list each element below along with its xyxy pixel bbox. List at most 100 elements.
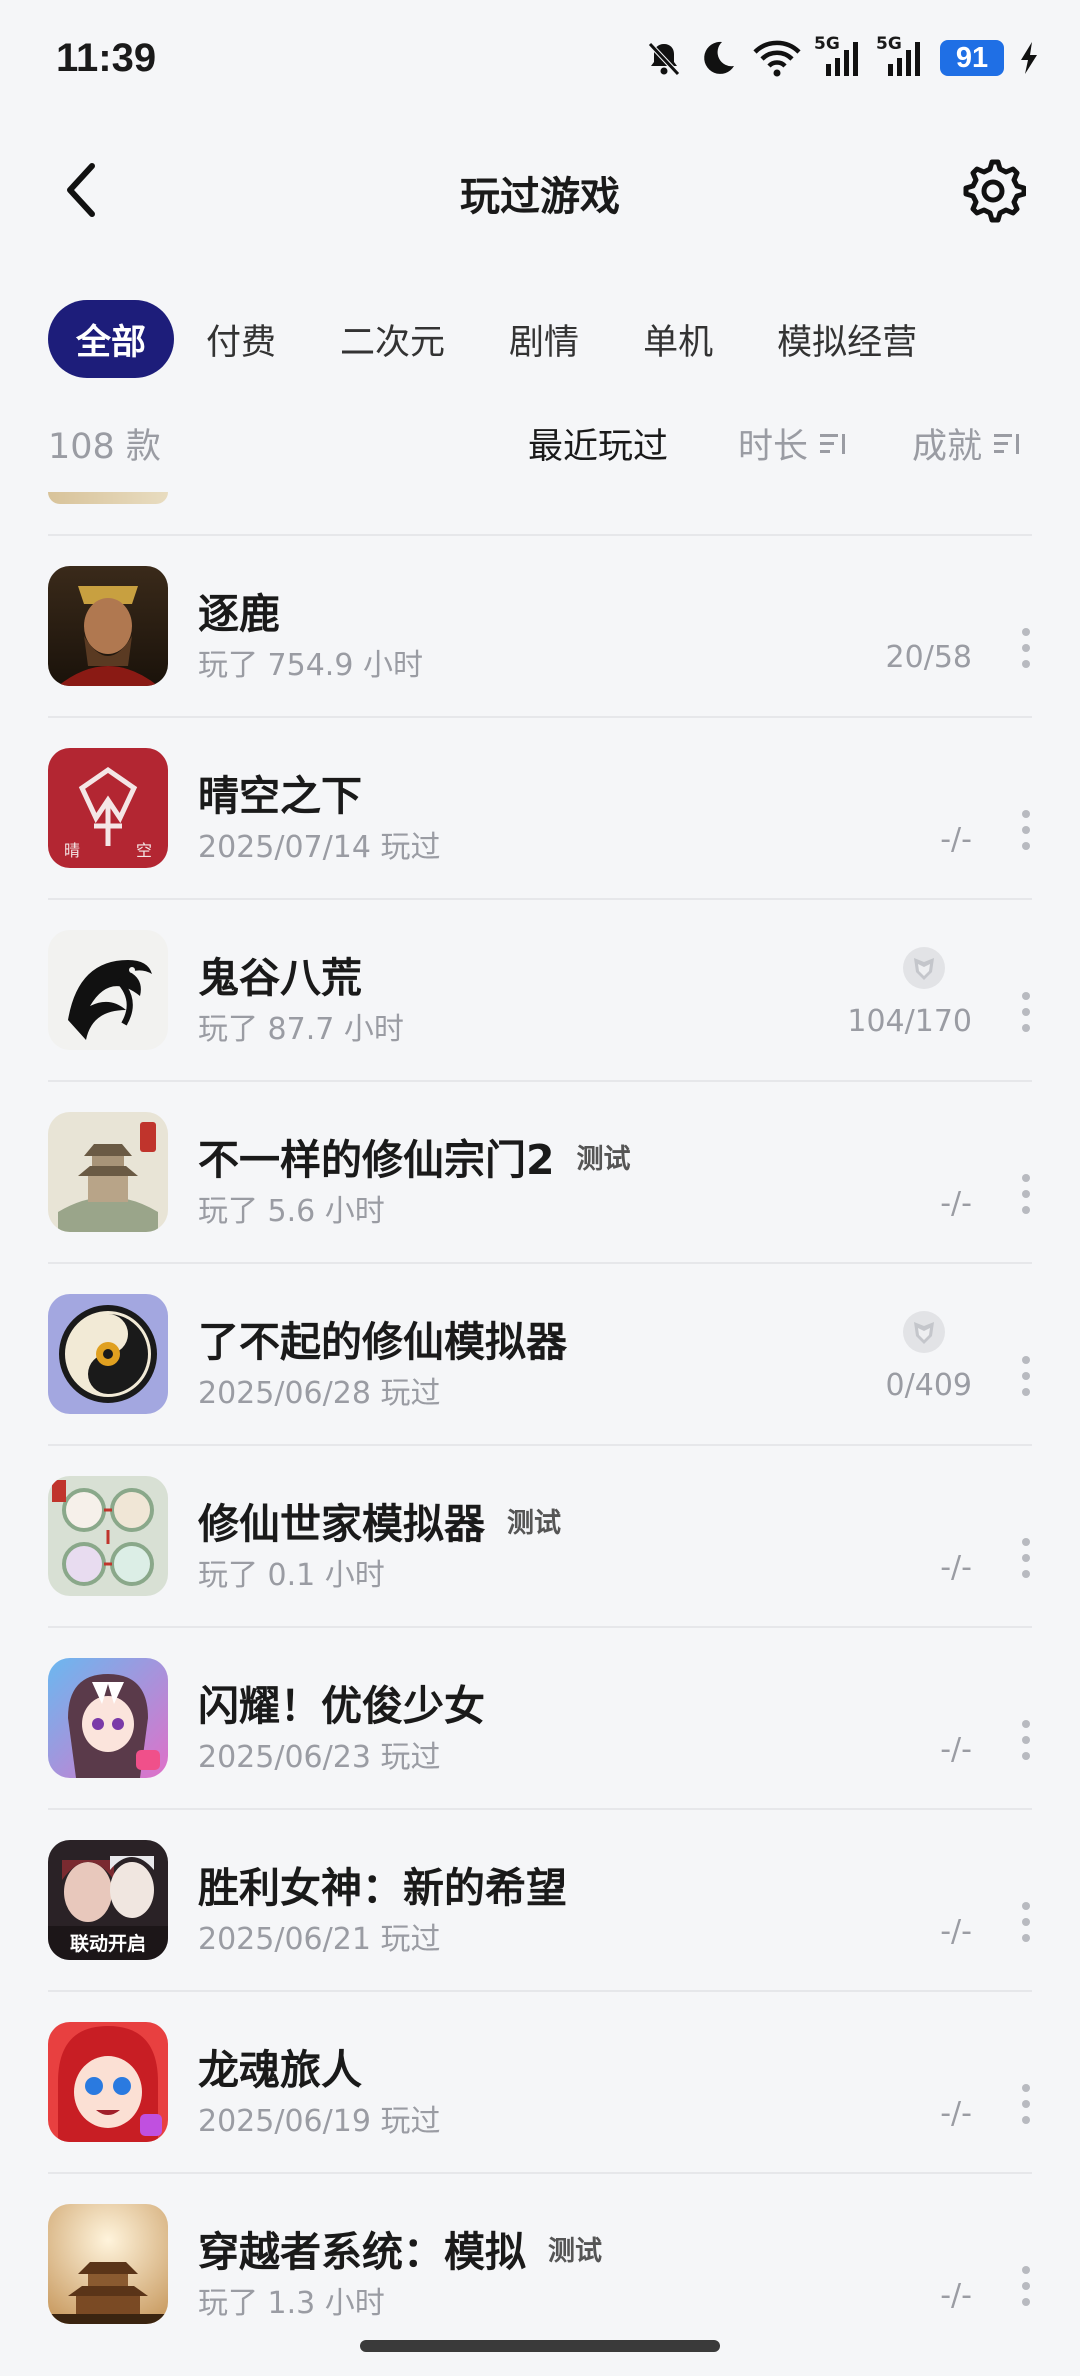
cellular-signal-2-icon: 5G bbox=[876, 34, 926, 78]
achievement-trophy-icon bbox=[903, 1311, 945, 1353]
more-options-button[interactable] bbox=[1020, 1538, 1032, 1578]
sort-achievement-button[interactable]: 成就 bbox=[912, 418, 1022, 469]
game-row[interactable]: 修仙世家模拟器 测试 玩了 0.1 小时 -/- bbox=[48, 1446, 1032, 1628]
sort-recent-button[interactable]: 最近玩过 bbox=[528, 418, 668, 469]
game-name: 穿越者系统：模拟 测试 bbox=[198, 2228, 602, 2276]
game-row[interactable]: 鬼谷八荒 玩了 87.7 小时 104/170 bbox=[48, 900, 1032, 1082]
game-row[interactable]: 逐鹿 玩了 754.9 小时 20/58 bbox=[48, 536, 1032, 718]
game-last-played: 2025/06/21 玩过 bbox=[198, 1922, 441, 1957]
game-row[interactable]: 不一样的修仙宗门2 测试 玩了 5.6 小时 -/- bbox=[48, 1082, 1032, 1264]
achievement-progress: -/- bbox=[940, 822, 972, 857]
battery-indicator: 91 bbox=[940, 40, 1004, 76]
beta-badge: 测试 bbox=[548, 2235, 602, 2267]
more-options-button[interactable] bbox=[1020, 810, 1032, 850]
sort-achievement-label: 成就 bbox=[912, 427, 983, 467]
game-name: 了不起的修仙模拟器 bbox=[198, 1318, 567, 1366]
more-options-button[interactable] bbox=[1020, 2084, 1032, 2124]
sort-row: 108 款 最近玩过 时长 成就 bbox=[0, 412, 1080, 468]
home-indicator[interactable] bbox=[360, 2340, 720, 2352]
sort-duration-label: 时长 bbox=[738, 427, 809, 467]
mute-bell-icon bbox=[644, 38, 684, 78]
achievement-progress: 104/170 bbox=[847, 1004, 972, 1039]
game-row[interactable]: 晴空 晴空之下 2025/07/14 玩过 -/- bbox=[48, 718, 1032, 900]
game-row[interactable]: 闪耀！优俊少女 2025/06/23 玩过 -/- bbox=[48, 1628, 1032, 1810]
taiji-swirl-icon bbox=[48, 1294, 168, 1414]
tab-paid[interactable]: 付费 bbox=[174, 300, 308, 378]
game-last-played: 2025/06/19 玩过 bbox=[198, 2104, 441, 2139]
game-row[interactable]: 联动开启 胜利女神：新的希望 2025/06/21 玩过 -/- bbox=[48, 1810, 1032, 1992]
status-icons: 5G 5G 91 bbox=[644, 34, 1040, 78]
category-tabs: 全部 付费 二次元 剧情 单机 模拟经营 bbox=[48, 298, 949, 380]
cellular-signal-icon: 5G bbox=[814, 34, 864, 78]
tab-simulation[interactable]: 模拟经营 bbox=[745, 300, 949, 378]
game-list: 逐鹿 玩了 754.9 小时 20/58 晴空 晴空之下 2025/07/14 … bbox=[48, 492, 1032, 2354]
achievement-progress: 0/409 bbox=[885, 1368, 972, 1403]
family-portraits-icon bbox=[48, 1476, 168, 1596]
tab-anime[interactable]: 二次元 bbox=[308, 300, 477, 378]
game-row[interactable]: 了不起的修仙模拟器 2025/06/28 玩过 0/409 bbox=[48, 1264, 1032, 1446]
game-name: 晴空之下 bbox=[198, 772, 362, 820]
game-name: 胜利女神：新的希望 bbox=[198, 1864, 567, 1912]
tab-single-player[interactable]: 单机 bbox=[611, 300, 745, 378]
game-playtime: 玩了 87.7 小时 bbox=[198, 1012, 404, 1047]
status-time: 11:39 bbox=[56, 36, 157, 80]
anime-horse-girl-icon bbox=[48, 1658, 168, 1778]
game-last-played: 2025/06/28 玩过 bbox=[198, 1376, 441, 1411]
gear-icon bbox=[963, 159, 1026, 223]
more-options-button[interactable] bbox=[1020, 1356, 1032, 1396]
settings-button[interactable] bbox=[958, 156, 1028, 226]
header: 玩过游戏 bbox=[0, 140, 1080, 240]
sort-order-icon bbox=[820, 433, 846, 454]
list-item-partial bbox=[48, 492, 1032, 536]
game-playtime: 玩了 754.9 小时 bbox=[198, 648, 423, 683]
more-options-button[interactable] bbox=[1020, 1902, 1032, 1942]
achievement-trophy-icon bbox=[903, 947, 945, 989]
golden-palace-icon bbox=[48, 2204, 168, 2324]
achievement-progress: -/- bbox=[940, 1186, 972, 1221]
status-bar: 11:39 5G 5G 91 bbox=[0, 0, 1080, 120]
achievement-progress: -/- bbox=[940, 2096, 972, 2131]
game-row[interactable]: 龙魂旅人 2025/06/19 玩过 -/- bbox=[48, 1992, 1032, 2174]
more-options-button[interactable] bbox=[1020, 1174, 1032, 1214]
sort-order-icon bbox=[994, 433, 1020, 454]
sort-recent-label: 最近玩过 bbox=[528, 427, 669, 467]
wifi-icon bbox=[752, 38, 802, 78]
game-name: 修仙世家模拟器 测试 bbox=[198, 1500, 561, 1548]
game-count: 108 款 bbox=[48, 427, 161, 467]
game-name: 逐鹿 bbox=[198, 590, 280, 638]
game-playtime: 玩了 5.6 小时 bbox=[198, 1194, 385, 1229]
game-name: 龙魂旅人 bbox=[198, 2046, 362, 2094]
collab-text: 联动开启 bbox=[70, 1932, 146, 1955]
svg-text:晴: 晴 bbox=[64, 841, 80, 860]
beta-badge: 测试 bbox=[507, 1507, 561, 1539]
tab-story[interactable]: 剧情 bbox=[477, 300, 611, 378]
beta-badge: 测试 bbox=[576, 1143, 631, 1175]
red-emblem-icon: 晴空 bbox=[48, 748, 168, 868]
warlord-portrait-icon bbox=[48, 566, 168, 686]
sort-duration-button[interactable]: 时长 bbox=[738, 418, 848, 469]
more-options-button[interactable] bbox=[1020, 628, 1032, 668]
red-hair-girl-icon bbox=[48, 2022, 168, 2142]
achievement-progress: -/- bbox=[940, 1732, 972, 1767]
achievement-progress: -/- bbox=[940, 1914, 972, 1949]
game-icon-partial bbox=[48, 492, 168, 504]
charging-bolt-icon bbox=[1018, 40, 1040, 76]
game-name: 鬼谷八荒 bbox=[198, 954, 362, 1002]
achievement-progress: -/- bbox=[940, 2278, 972, 2313]
game-name: 闪耀！优俊少女 bbox=[198, 1682, 485, 1730]
achievement-progress: 20/58 bbox=[885, 640, 972, 675]
nikke-characters-icon: 联动开启 bbox=[48, 1840, 168, 1960]
page-title: 玩过游戏 bbox=[460, 174, 620, 220]
game-last-played: 2025/07/14 玩过 bbox=[198, 830, 441, 865]
sect-pavilion-icon bbox=[48, 1112, 168, 1232]
tab-all[interactable]: 全部 bbox=[48, 300, 175, 378]
game-playtime: 玩了 1.3 小时 bbox=[198, 2286, 385, 2321]
more-options-button[interactable] bbox=[1020, 1720, 1032, 1760]
game-name: 不一样的修仙宗门2 测试 bbox=[198, 1136, 631, 1184]
game-playtime: 玩了 0.1 小时 bbox=[198, 1558, 385, 1593]
more-options-button[interactable] bbox=[1020, 2266, 1032, 2306]
game-row[interactable]: 穿越者系统：模拟 测试 玩了 1.3 小时 -/- bbox=[48, 2174, 1032, 2354]
more-options-button[interactable] bbox=[1020, 992, 1032, 1032]
game-last-played: 2025/06/23 玩过 bbox=[198, 1740, 441, 1775]
moon-icon bbox=[698, 38, 738, 78]
